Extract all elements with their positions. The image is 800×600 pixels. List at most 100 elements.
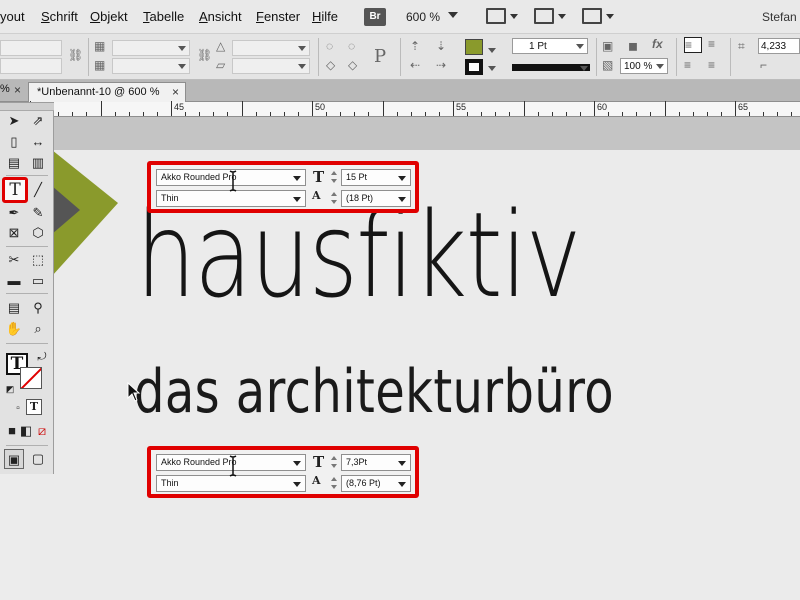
leading-field[interactable]: (18 Pt) bbox=[341, 190, 411, 207]
opacity-field[interactable]: 100 % bbox=[620, 58, 668, 74]
fill-swatch[interactable] bbox=[465, 39, 483, 55]
horizontal-ruler[interactable]: 40 45 50 55 60 65 bbox=[30, 101, 800, 117]
leading-stepper[interactable] bbox=[330, 190, 338, 207]
logo-shape[interactable] bbox=[52, 150, 124, 278]
chevron-down-icon[interactable] bbox=[298, 46, 306, 51]
direct-selection-tool-icon[interactable]: ⇗ bbox=[28, 111, 48, 131]
select-previous-icon[interactable]: ⇠ bbox=[410, 58, 420, 72]
stroke-swatch[interactable] bbox=[465, 59, 483, 75]
menu-schrift[interactable]: Schrift bbox=[41, 9, 78, 24]
chevron-down-icon[interactable] bbox=[293, 482, 301, 487]
chevron-down-icon[interactable] bbox=[293, 197, 301, 202]
link-icon[interactable]: ⛓ bbox=[68, 48, 83, 62]
chevron-down-icon[interactable] bbox=[448, 12, 458, 18]
stroke-weight-field[interactable]: 1 Pt bbox=[512, 38, 588, 54]
polygon-tool-icon[interactable]: ⬡ bbox=[28, 223, 48, 243]
drop-shadow-icon[interactable]: ▣ bbox=[602, 39, 613, 53]
menu-ansicht[interactable]: Ansicht bbox=[199, 9, 242, 24]
align-top-icon[interactable]: ≡ bbox=[708, 37, 715, 51]
stroke-color-box[interactable] bbox=[20, 367, 42, 389]
leading-field[interactable]: (8,76 Pt) bbox=[341, 475, 411, 492]
font-size-field[interactable]: 7,3Pt bbox=[341, 454, 411, 471]
apply-none-icon[interactable]: ⧄ bbox=[32, 421, 52, 441]
scale-y-field[interactable] bbox=[112, 58, 190, 74]
headline-text-frame[interactable]: hausfiktiv bbox=[136, 196, 582, 314]
content-placer-icon[interactable]: ▥ bbox=[28, 153, 48, 173]
formatting-container-icon[interactable]: ▫ bbox=[8, 399, 28, 419]
y-field[interactable] bbox=[0, 58, 62, 74]
rectangle-frame-tool-icon[interactable]: ⊠ bbox=[4, 223, 24, 243]
pasteboard[interactable] bbox=[30, 117, 800, 152]
bridge-button[interactable]: Br bbox=[364, 8, 386, 26]
font-style-field[interactable]: Thin bbox=[156, 475, 306, 492]
font-size-stepper[interactable] bbox=[330, 454, 338, 471]
tab-unbenannt-10[interactable]: *Unbenannt-10 @ 600 % × bbox=[28, 82, 186, 102]
menu-objekt[interactable]: Objekt bbox=[90, 9, 128, 24]
preview-mode-icon[interactable]: ▢ bbox=[28, 449, 48, 469]
align-bottom-icon[interactable]: ≡ bbox=[708, 58, 715, 72]
zoom-tool-icon[interactable]: ⌕ bbox=[28, 319, 48, 339]
line-tool-icon[interactable]: ╱ bbox=[28, 180, 48, 200]
gradient-feather-tool-icon[interactable]: ▭ bbox=[28, 271, 48, 291]
user-name[interactable]: Stefan bbox=[762, 10, 797, 24]
selection-tool-icon[interactable]: ➤ bbox=[4, 111, 24, 131]
fx-icon[interactable]: fx bbox=[652, 37, 663, 51]
corner-options-icon[interactable]: ⌐ bbox=[760, 58, 767, 72]
leading-stepper[interactable] bbox=[330, 475, 338, 492]
chevron-down-icon[interactable] bbox=[398, 461, 406, 466]
menu-layout[interactable]: yout bbox=[0, 9, 25, 24]
view-options-icon[interactable] bbox=[486, 8, 506, 24]
hand-tool-icon[interactable]: ✋ bbox=[4, 319, 24, 339]
normal-view-icon[interactable]: ▣ bbox=[4, 449, 24, 469]
chevron-down-icon[interactable] bbox=[178, 64, 186, 69]
select-container-icon[interactable]: ⇡ bbox=[410, 39, 420, 53]
menu-fenster[interactable]: Fenster bbox=[256, 9, 300, 24]
align-center-icon[interactable]: ≡ bbox=[684, 58, 691, 72]
reference-point-icon[interactable]: P bbox=[374, 46, 386, 67]
rotate-field[interactable] bbox=[232, 40, 310, 56]
chevron-down-icon[interactable] bbox=[298, 64, 306, 69]
previous-tab-label[interactable]: % bbox=[0, 83, 10, 95]
select-next-icon[interactable]: ⇢ bbox=[436, 58, 446, 72]
chevron-down-icon[interactable] bbox=[580, 66, 588, 71]
gap-tool-icon[interactable]: ↔ bbox=[28, 132, 48, 152]
menu-tabelle[interactable]: Tabelle bbox=[143, 9, 184, 24]
page-tool-icon[interactable]: ▯ bbox=[4, 132, 24, 152]
pencil-tool-icon[interactable]: ✎ bbox=[28, 203, 48, 223]
chevron-down-icon[interactable] bbox=[576, 44, 584, 49]
close-icon[interactable]: × bbox=[14, 83, 21, 97]
content-collector-icon[interactable]: ▤ bbox=[4, 153, 24, 173]
font-size-field[interactable]: 15 Pt bbox=[341, 169, 411, 186]
swap-fill-stroke-icon[interactable]: ⤾ bbox=[32, 347, 52, 367]
note-tool-icon[interactable]: ▤ bbox=[4, 298, 24, 318]
subline-text-frame[interactable]: das architekturbüro bbox=[134, 362, 614, 422]
screen-mode-icon[interactable] bbox=[534, 8, 554, 24]
scale-x-field[interactable] bbox=[112, 40, 190, 56]
type-tool-icon[interactable]: T bbox=[2, 177, 28, 203]
chevron-down-icon[interactable] bbox=[606, 14, 614, 19]
chevron-down-icon[interactable] bbox=[510, 14, 518, 19]
effects-icon[interactable]: ◼ bbox=[628, 39, 638, 53]
gutter-field[interactable]: 4,233 bbox=[758, 38, 800, 54]
chevron-down-icon[interactable] bbox=[488, 48, 496, 53]
chevron-down-icon[interactable] bbox=[398, 482, 406, 487]
menu-hilfe[interactable]: Hilfe bbox=[312, 9, 338, 24]
eyedropper-tool-icon[interactable]: ⚲ bbox=[28, 298, 48, 318]
chevron-down-icon[interactable] bbox=[488, 66, 496, 71]
chevron-down-icon[interactable] bbox=[398, 176, 406, 181]
chevron-down-icon[interactable] bbox=[656, 64, 664, 69]
font-style-field[interactable]: Thin bbox=[156, 190, 306, 207]
pen-tool-icon[interactable]: ✒ bbox=[4, 203, 24, 223]
toolbox-grip[interactable] bbox=[0, 103, 54, 111]
flip-v-icon[interactable]: ◇ bbox=[348, 58, 357, 72]
font-size-stepper[interactable] bbox=[330, 169, 338, 186]
frame-fitting-icon[interactable]: ⌗ bbox=[738, 39, 745, 54]
flip-h-icon[interactable]: ◇ bbox=[326, 58, 335, 72]
rotate-ccw-icon[interactable]: ◌ bbox=[348, 39, 355, 53]
chevron-down-icon[interactable] bbox=[558, 14, 566, 19]
chevron-down-icon[interactable] bbox=[398, 197, 406, 202]
x-field[interactable] bbox=[0, 40, 62, 56]
scissors-tool-icon[interactable]: ✂ bbox=[4, 250, 24, 270]
chevron-down-icon[interactable] bbox=[293, 176, 301, 181]
rotate-cw-icon[interactable]: ◌ bbox=[326, 39, 333, 53]
